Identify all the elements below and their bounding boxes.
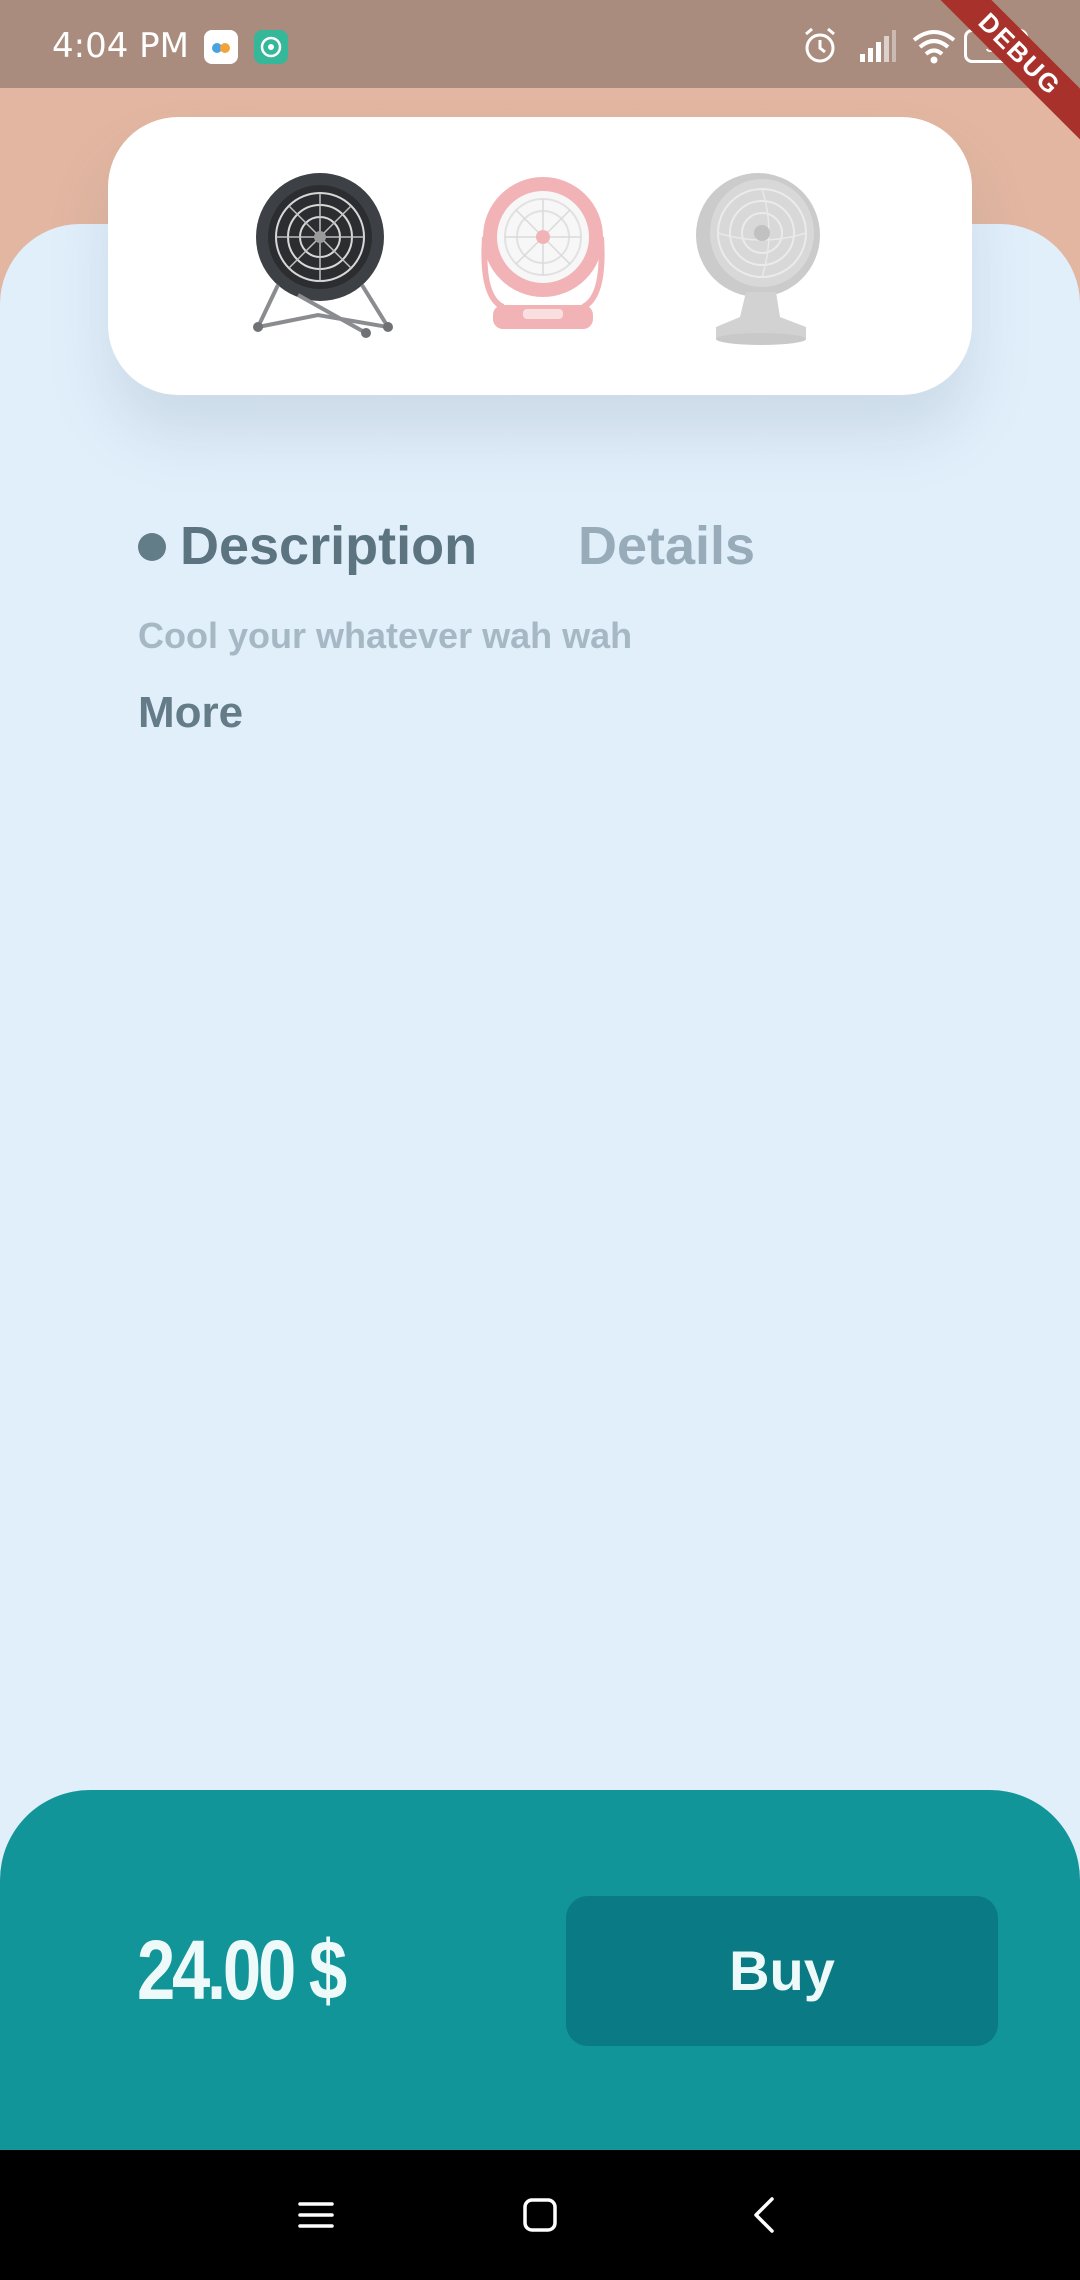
tab-description[interactable]: Description <box>180 514 477 578</box>
system-nav-bar <box>0 2150 1080 2280</box>
app-icon-radio <box>254 30 288 64</box>
purchase-bar: 24.00 $ Buy <box>0 1790 1080 2150</box>
back-icon[interactable] <box>744 2193 788 2237</box>
product-panel <box>0 224 1080 1884</box>
description-text: Cool your whatever wah wah <box>138 615 633 656</box>
buy-button[interactable]: Buy <box>566 1896 998 2046</box>
more-button[interactable]: More <box>138 686 243 740</box>
pink-fan-image[interactable] <box>463 167 623 347</box>
status-bar: 4:04 PM <box>0 0 1080 88</box>
active-tab-indicator <box>138 533 166 561</box>
wifi-icon <box>912 30 956 64</box>
signal-icon <box>860 30 896 62</box>
status-time: 4:04 PM <box>52 26 189 66</box>
gray-fan-image[interactable] <box>676 167 836 347</box>
image-carousel[interactable] <box>108 117 972 395</box>
tab-details[interactable]: Details <box>578 514 755 578</box>
app-icon-99 <box>204 30 238 64</box>
price-label: 24.00 $ <box>137 1923 347 2017</box>
black-fan-image[interactable] <box>248 167 408 347</box>
home-icon[interactable] <box>518 2193 562 2237</box>
menu-icon[interactable] <box>294 2193 338 2237</box>
alarm-icon <box>805 27 835 63</box>
